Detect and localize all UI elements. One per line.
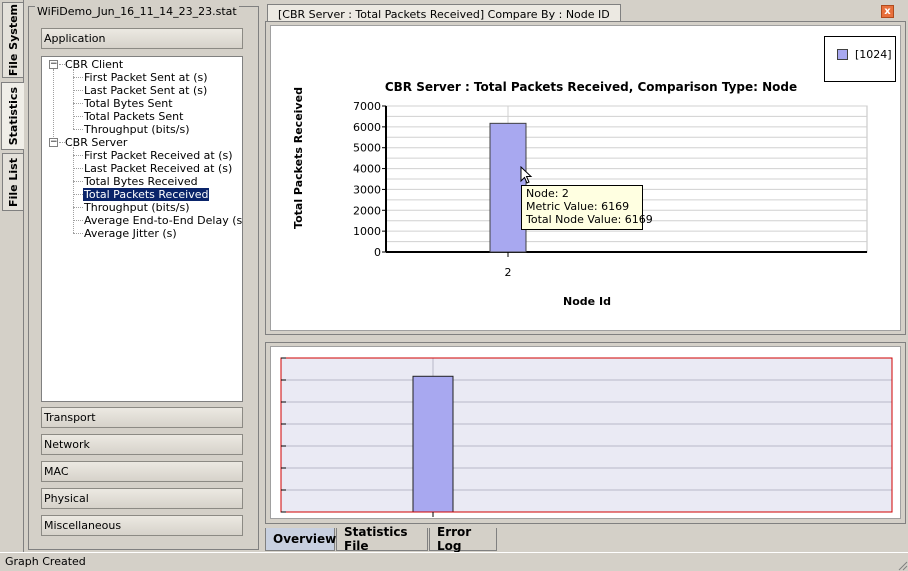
tree-connector: [73, 155, 83, 156]
tree-item[interactable]: Last Packet Sent at (s): [84, 84, 207, 97]
x-tick-label: 2: [505, 266, 512, 279]
tree-connector: [53, 69, 54, 143]
close-tab-icon[interactable]: x: [881, 5, 894, 18]
tab-file-list[interactable]: File List: [2, 153, 23, 211]
legend-swatch: [837, 49, 848, 60]
mouse-pointer-icon: [520, 166, 533, 184]
tab-error-log-label: Error Log: [437, 525, 472, 553]
tab-overview-label: Overview: [273, 532, 337, 546]
y-tick-label: 1000: [353, 225, 381, 238]
tooltip-line: Node: 2: [526, 187, 569, 200]
tree-group-cbr-server[interactable]: CBR Server: [65, 136, 127, 149]
statistics-panel: WiFiDemo_Jun_16_11_14_23_23.stat Applica…: [28, 5, 259, 550]
tree-collapse-icon[interactable]: −: [49, 138, 58, 147]
category-miscellaneous-button[interactable]: Miscellaneous: [41, 515, 243, 536]
tree-group-cbr-client[interactable]: CBR Client: [65, 58, 123, 71]
chart-tab-label: [CBR Server : Total Packets Received] Co…: [278, 7, 610, 21]
overview-frame: [265, 342, 906, 524]
category-transport-button[interactable]: Transport: [41, 407, 243, 428]
category-application-button[interactable]: Application: [41, 28, 243, 49]
tree-item[interactable]: First Packet Sent at (s): [84, 71, 208, 84]
tree-connector: [73, 69, 74, 129]
bar-tooltip: Node: 2 Metric Value: 6169 Total Node Va…: [521, 185, 653, 230]
tab-file-system-label: File System: [6, 3, 20, 77]
legend-label: [1024]: [855, 48, 892, 61]
tree-item[interactable]: Throughput (bits/s): [84, 201, 190, 214]
tree-connector: [73, 129, 83, 130]
chart-canvas[interactable]: CBR Server : Total Packets Received, Com…: [270, 25, 901, 331]
y-tick-label: 6000: [353, 121, 381, 134]
y-tick-label: 0: [374, 246, 381, 259]
tree-connector: [73, 207, 83, 208]
tree-connector: [73, 77, 83, 78]
overview-bar: [412, 375, 454, 513]
tree-connector: [73, 116, 83, 117]
y-axis-label: Total Packets Received: [292, 87, 305, 229]
category-network-button[interactable]: Network: [41, 434, 243, 455]
side-tab-strip: File System Statistics File List: [0, 0, 24, 552]
tab-statistics[interactable]: Statistics: [1, 82, 24, 150]
tab-error-log[interactable]: Error Log: [429, 525, 497, 553]
tab-statistics-file[interactable]: Statistics File: [336, 525, 428, 553]
tree-item[interactable]: Total Bytes Sent: [84, 97, 173, 110]
tree-connector: [73, 181, 83, 182]
tree-item[interactable]: Total Bytes Received: [84, 175, 198, 188]
category-label: Network: [44, 438, 90, 451]
tab-statistics-label: Statistics: [6, 86, 20, 146]
tab-statistics-file-label: Statistics File: [344, 525, 408, 553]
tree-item[interactable]: Average End-to-End Delay (s): [84, 214, 242, 227]
chart-title: CBR Server : Total Packets Received, Com…: [385, 80, 797, 94]
tree-connector: [73, 194, 83, 195]
statistics-tree[interactable]: − CBR Client First Packet Sent at (s) La…: [41, 56, 243, 402]
chart-legend: [1024]: [824, 36, 896, 82]
status-bar: Graph Created: [0, 552, 908, 571]
resize-grip-icon[interactable]: [896, 559, 908, 571]
tree-connector: [73, 233, 83, 234]
tree-item[interactable]: Throughput (bits/s): [84, 123, 190, 136]
chart-frame: CBR Server : Total Packets Received, Com…: [265, 21, 906, 335]
tree-item-selected[interactable]: Total Packets Received: [81, 187, 211, 202]
y-tick-label: 3000: [353, 183, 381, 196]
tree-item[interactable]: Total Packets Sent: [84, 110, 183, 123]
tree-collapse-icon[interactable]: −: [49, 60, 58, 69]
y-tick-label: 7000: [353, 100, 381, 113]
category-mac-button[interactable]: MAC: [41, 461, 243, 482]
bar-chart: CBR Server : Total Packets Received, Com…: [292, 80, 868, 308]
tree-item[interactable]: Last Packet Received at (s): [84, 162, 232, 175]
tab-file-system[interactable]: File System: [2, 2, 23, 78]
category-label: Application: [44, 32, 106, 45]
overview-chart: [271, 347, 900, 518]
category-label: MAC: [44, 465, 69, 478]
tooltip-line: Metric Value: 6169: [526, 200, 630, 213]
tree-connector: [73, 168, 83, 169]
tree-item[interactable]: First Packet Received at (s): [84, 149, 233, 162]
category-label: Transport: [44, 411, 96, 424]
tab-file-list-label: File List: [6, 157, 20, 207]
status-text: Graph Created: [5, 555, 86, 568]
y-tick-label: 4000: [353, 163, 381, 176]
category-label: Physical: [44, 492, 89, 505]
tree-connector: [73, 220, 83, 221]
tab-overview[interactable]: Overview: [265, 528, 337, 551]
tooltip-line: Total Node Value: 6169: [526, 213, 653, 226]
y-tick-label: 2000: [353, 204, 381, 217]
tree-connector: [73, 103, 83, 104]
tree-connector: [73, 90, 83, 91]
overview-canvas[interactable]: [270, 346, 901, 519]
panel-title: WiFiDemo_Jun_16_11_14_23_23.stat: [35, 5, 239, 18]
overview-plot-area: [281, 358, 892, 512]
category-label: Miscellaneous: [44, 519, 122, 532]
y-tick-label: 5000: [353, 142, 381, 155]
tree-item[interactable]: Average Jitter (s): [84, 227, 177, 240]
x-axis-label: Node Id: [563, 295, 611, 308]
category-physical-button[interactable]: Physical: [41, 488, 243, 509]
